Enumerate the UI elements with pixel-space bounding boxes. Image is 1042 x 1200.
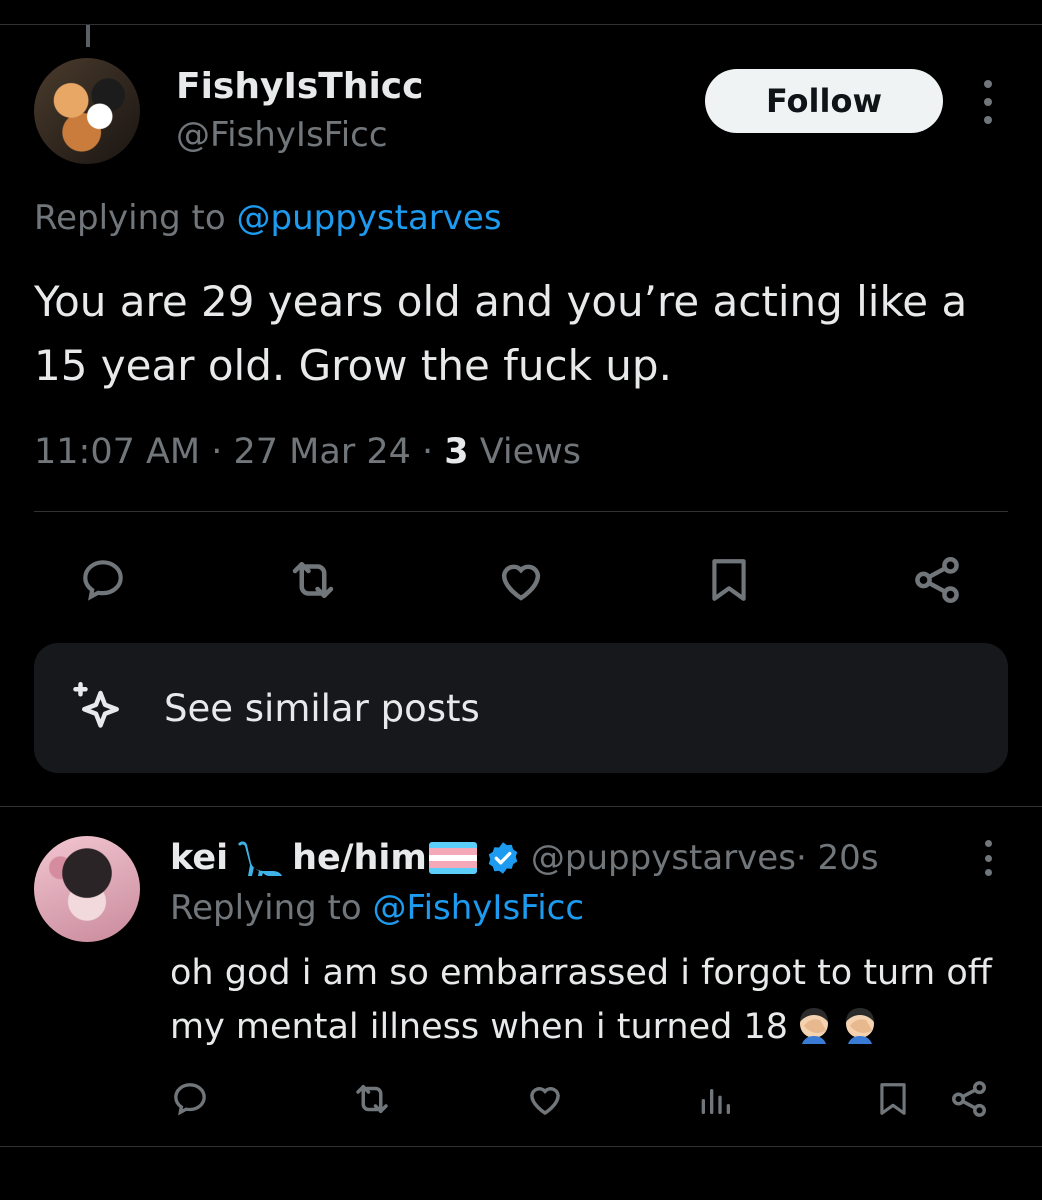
- analytics-icon[interactable]: [688, 1072, 742, 1126]
- reply-icon[interactable]: [163, 1072, 217, 1126]
- see-similar-posts-button[interactable]: See similar posts: [34, 643, 1008, 773]
- thread-connector-line: [86, 25, 90, 47]
- reply-display-name[interactable]: kei: [170, 838, 228, 878]
- face-palm-emoji-icon: [840, 1004, 880, 1044]
- reply-header: kei he/him @puppystarves · 20s: [170, 834, 879, 882]
- views-label: Views: [468, 432, 582, 472]
- reply-icon[interactable]: [68, 545, 138, 615]
- reply-more-options-icon[interactable]: [968, 840, 1008, 876]
- divider: [34, 511, 1008, 512]
- reply-replying-to: Replying to @FishyIsFicc: [170, 888, 584, 928]
- see-similar-posts-label: See similar posts: [164, 686, 480, 730]
- reply-replying-to-mention[interactable]: @FishyIsFicc: [373, 888, 585, 928]
- reply-handle[interactable]: @puppystarves: [531, 838, 796, 878]
- face-palm-emoji-icon: [794, 1004, 834, 1044]
- more-options-icon[interactable]: [968, 80, 1008, 124]
- transgender-flag-icon: [428, 842, 477, 874]
- reply-timestamp[interactable]: · 20s: [796, 838, 879, 878]
- reply-avatar[interactable]: [34, 836, 140, 942]
- tweet-text: You are 29 years old and you’re acting l…: [34, 277, 968, 390]
- share-icon[interactable]: [902, 545, 972, 615]
- replying-to: Replying to @puppystarves: [34, 198, 502, 238]
- sauropod-emoji-icon: [234, 838, 286, 878]
- display-name[interactable]: FishyIsThicc: [176, 66, 423, 107]
- user-handle[interactable]: @FishyIsFicc: [176, 115, 388, 155]
- share-icon[interactable]: [942, 1072, 996, 1126]
- bookmark-icon[interactable]: [866, 1072, 920, 1126]
- top-divider: [0, 24, 1042, 25]
- follow-button[interactable]: Follow: [705, 69, 943, 133]
- tweet-actions: [0, 545, 1042, 615]
- tweet-timestamp[interactable]: 11:07 AM · 27 Mar 24 ·: [34, 432, 444, 472]
- like-icon[interactable]: [486, 545, 556, 615]
- bookmark-icon[interactable]: [694, 545, 764, 615]
- divider: [0, 1146, 1042, 1147]
- reply-actions: [0, 1072, 1042, 1126]
- reply-replying-to-prefix: Replying to: [170, 888, 373, 928]
- tweet-meta: 11:07 AM · 27 Mar 24 · 3 Views: [34, 432, 581, 472]
- avatar[interactable]: [34, 58, 140, 164]
- replying-to-mention[interactable]: @puppystarves: [237, 198, 502, 238]
- reply-pronouns: he/him: [292, 838, 427, 878]
- views-count: 3: [444, 432, 469, 472]
- retweet-icon[interactable]: [345, 1072, 399, 1126]
- divider: [0, 806, 1042, 807]
- reply-text: oh god i am so embarrassed i forgot to t…: [170, 946, 1010, 1054]
- verified-badge-icon[interactable]: [485, 840, 521, 876]
- sparkle-icon: [68, 678, 128, 738]
- replying-to-prefix: Replying to: [34, 198, 237, 238]
- retweet-icon[interactable]: [278, 545, 348, 615]
- like-icon[interactable]: [518, 1072, 572, 1126]
